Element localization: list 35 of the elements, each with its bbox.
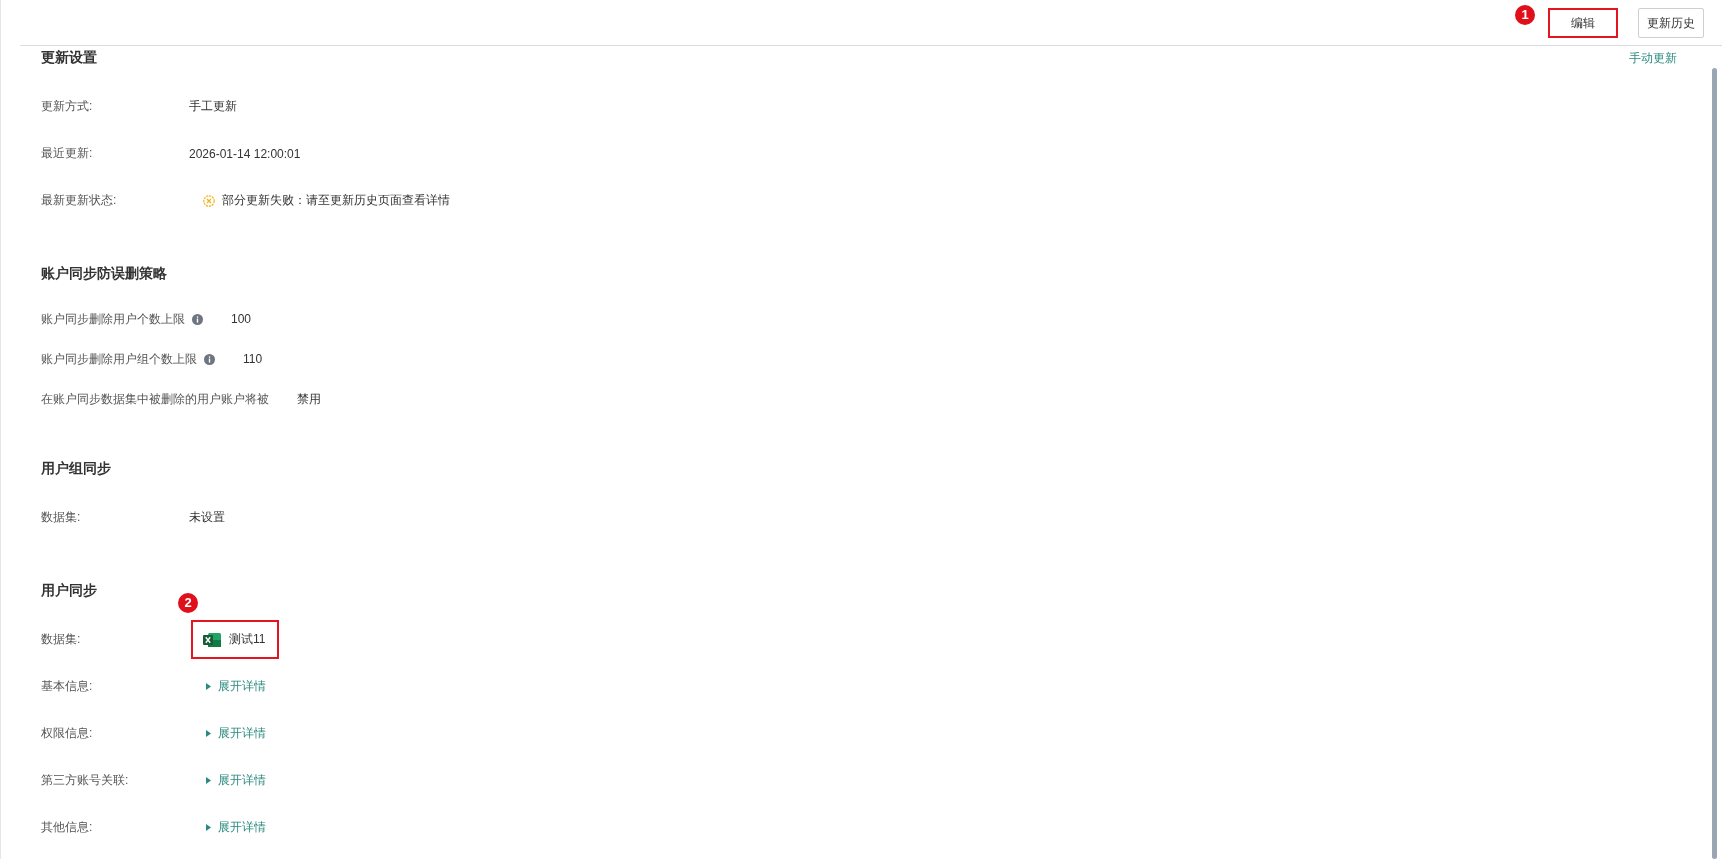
field-label: 基本信息: xyxy=(41,678,94,695)
expand-link[interactable]: 展开详情 xyxy=(206,772,266,789)
field-value: 100 xyxy=(231,312,252,326)
expand-link[interactable]: 展开详情 xyxy=(206,725,266,742)
callout-badge: 1 xyxy=(1515,5,1535,25)
field-value: 未设置 xyxy=(189,509,225,526)
field-label: 账户同步删除用户组个数上限 xyxy=(41,350,197,368)
field-label: 权限信息: xyxy=(41,725,94,742)
section-title: 账户同步防误删策略 xyxy=(41,265,167,283)
status-text: 部分更新失败：请至更新历史页面查看详情 xyxy=(222,192,450,209)
field-label: 最近更新: xyxy=(41,145,94,162)
field-value: 2026-01-14 12:00:01 xyxy=(189,146,301,161)
field-value: 禁用 xyxy=(297,390,321,408)
text-link[interactable]: 手动更新 xyxy=(1629,49,1677,67)
toolbar-button[interactable]: 更新历史 xyxy=(1638,8,1704,38)
callout-badge: 2 xyxy=(178,593,198,613)
field-value: 手工更新 xyxy=(189,98,237,115)
field-label: 在账户同步数据集中被删除的用户账户将被 xyxy=(41,390,269,408)
field-label: 其他信息: xyxy=(41,819,94,836)
dataset-name: 测试11 xyxy=(229,631,266,648)
field-value: 110 xyxy=(243,352,263,366)
field-label: 最新更新状态: xyxy=(41,192,118,209)
scrollbar-thumb[interactable] xyxy=(1712,68,1717,859)
field-label: 第三方账号关联: xyxy=(41,772,130,789)
field-label: 数据集: xyxy=(41,631,82,648)
field-label: 更新方式: xyxy=(41,98,94,115)
expand-link[interactable]: 展开详情 xyxy=(206,819,266,836)
toolbar-button[interactable]: 编辑 xyxy=(1548,8,1618,38)
section-title: 用户同步 xyxy=(41,582,97,600)
section-title: 更新设置 xyxy=(41,49,97,67)
field-label: 账户同步删除用户个数上限 xyxy=(41,310,185,328)
expand-link[interactable]: 展开详情 xyxy=(206,678,266,695)
section-title: 用户组同步 xyxy=(41,460,111,478)
spreadsheet-icon xyxy=(203,631,221,648)
field-label: 数据集: xyxy=(41,509,82,526)
